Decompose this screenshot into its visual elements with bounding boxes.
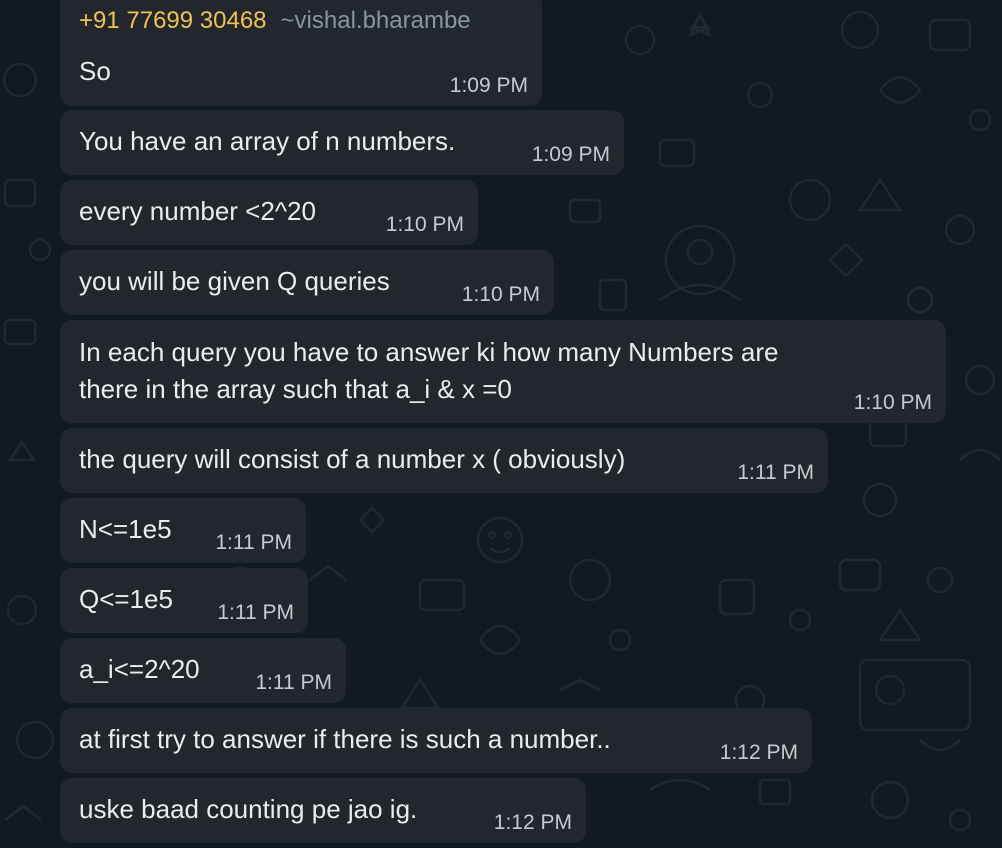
message-text: uske baad counting pe jao ig. — [79, 794, 418, 824]
message-timestamp: 1:11 PM — [255, 671, 332, 694]
message-text: So — [79, 56, 111, 86]
sender-header: +91 77699 30468 ~vishal.bharambe — [79, 7, 471, 35]
message-timestamp: 1:09 PM — [531, 143, 610, 166]
message-bubble[interactable]: at first try to answer if there is such … — [60, 708, 812, 773]
message-timestamp: 1:11 PM — [217, 601, 294, 624]
message-timestamp: 1:12 PM — [719, 741, 798, 764]
message-bubble[interactable]: In each query you have to answer ki how … — [60, 320, 946, 423]
message-text: N<=1e5 — [79, 514, 172, 544]
message-text: You have an array of n numbers. — [79, 126, 456, 156]
message-bubble[interactable]: a_i<=2^20 1:11 PM — [60, 638, 346, 703]
message-bubble[interactable]: every number <2^20 1:10 PM — [60, 180, 478, 245]
message-text: In each query you have to answer ki how … — [79, 337, 779, 367]
message-bubble[interactable]: +91 77699 30468 ~vishal.bharambe So 1:09 … — [60, 0, 542, 106]
sender-username: ~vishal.bharambe — [280, 7, 471, 34]
sender-phone-number[interactable]: +91 77699 30468 — [79, 7, 267, 34]
message-text: Q<=1e5 — [79, 584, 173, 614]
message-text: at first try to answer if there is such … — [79, 724, 611, 754]
message-bubble[interactable]: uske baad counting pe jao ig. 1:12 PM — [60, 778, 586, 843]
message-bubble[interactable]: Q<=1e5 1:11 PM — [60, 568, 308, 633]
message-text: the query will consist of a number x ( o… — [79, 444, 626, 474]
message-timestamp: 1:11 PM — [215, 531, 292, 554]
message-text: there in the array such that a_i & x =0 — [79, 374, 512, 404]
message-text: every number <2^20 — [79, 196, 316, 226]
message-bubble[interactable]: N<=1e5 1:11 PM — [60, 498, 306, 563]
message-bubble[interactable]: the query will consist of a number x ( o… — [60, 428, 828, 493]
message-text: a_i<=2^20 — [79, 654, 200, 684]
message-timestamp: 1:10 PM — [853, 391, 932, 414]
message-timestamp: 1:10 PM — [385, 213, 464, 236]
message-timestamp: 1:11 PM — [737, 461, 814, 484]
message-bubble[interactable]: you will be given Q queries 1:10 PM — [60, 250, 554, 315]
message-timestamp: 1:12 PM — [493, 811, 572, 834]
message-timestamp: 1:10 PM — [461, 283, 540, 306]
message-bubble[interactable]: You have an array of n numbers. 1:09 PM — [60, 110, 624, 175]
message-text: you will be given Q queries — [79, 266, 390, 296]
message-timestamp: 1:09 PM — [449, 74, 528, 97]
